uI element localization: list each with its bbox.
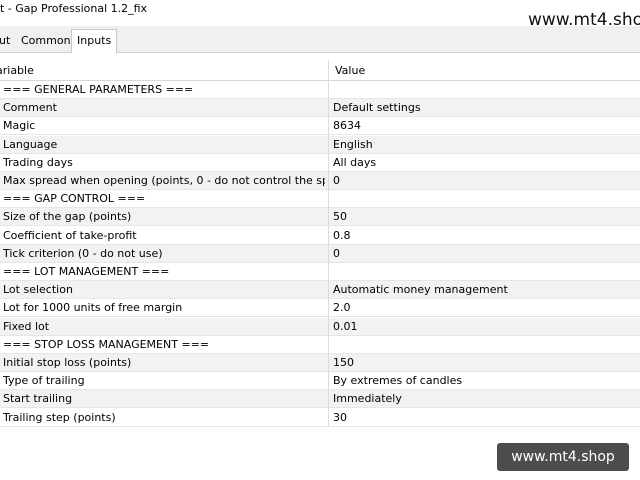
tab-inputs[interactable]: Inputs bbox=[71, 29, 118, 53]
table-row[interactable]: Tick criterion (0 - do not use) 0 bbox=[0, 244, 640, 263]
row-variable: Tick criterion (0 - do not use) bbox=[3, 246, 163, 260]
row-value[interactable]: Immediately bbox=[333, 390, 633, 408]
title-bar: t - Gap Professional 1.2_fix www.mt4.sho… bbox=[0, 0, 640, 30]
tab-label: Common bbox=[21, 34, 71, 47]
table-row[interactable]: Max spread when opening (points, 0 - do … bbox=[0, 172, 640, 190]
row-value[interactable]: Default settings bbox=[333, 99, 633, 117]
row-variable: Trading days bbox=[3, 155, 73, 169]
row-value[interactable]: 0.8 bbox=[333, 227, 633, 245]
row-variable: Lot selection bbox=[3, 283, 73, 297]
table-row[interactable]: Fixed lot 0.01 bbox=[0, 317, 640, 336]
row-variable: Start trailing bbox=[3, 392, 73, 406]
table-row[interactable]: Type of trailing By extremes of candles bbox=[0, 372, 640, 391]
row-value[interactable]: By extremes of candles bbox=[333, 372, 633, 390]
tab-about[interactable]: ut bbox=[0, 30, 15, 52]
row-value[interactable]: 2.0 bbox=[333, 299, 633, 317]
row-value[interactable]: 8634 bbox=[333, 117, 633, 135]
table-row[interactable]: === GAP CONTROL === bbox=[0, 190, 640, 209]
table-row[interactable]: Start trailing Immediately bbox=[0, 390, 640, 409]
row-value[interactable]: English bbox=[333, 136, 633, 154]
column-header-variable[interactable]: ariable bbox=[0, 60, 318, 81]
row-variable: Coefficient of take-profit bbox=[3, 228, 137, 242]
row-variable: Initial stop loss (points) bbox=[3, 356, 132, 369]
row-value[interactable]: Automatic money management bbox=[333, 281, 633, 299]
row-variable: Language bbox=[3, 137, 58, 151]
row-value[interactable]: 0 bbox=[333, 172, 633, 190]
tab-label: Inputs bbox=[77, 34, 112, 47]
table-row[interactable]: Lot for 1000 units of free margin 2.0 bbox=[0, 299, 640, 318]
table-row[interactable]: Lot selection Automatic money management bbox=[0, 281, 640, 300]
row-variable: Lot for 1000 units of free margin bbox=[3, 301, 183, 315]
row-variable: Fixed lot bbox=[3, 319, 50, 333]
row-variable: === STOP LOSS MANAGEMENT === bbox=[3, 337, 210, 351]
table-row[interactable]: Comment Default settings bbox=[0, 99, 640, 118]
column-header-value[interactable]: Value bbox=[335, 60, 635, 81]
row-value[interactable]: All days bbox=[333, 154, 633, 172]
table-row[interactable]: Language English bbox=[0, 135, 640, 154]
table-row[interactable]: Trading days All days bbox=[0, 154, 640, 172]
table-row[interactable]: === GENERAL PARAMETERS === bbox=[0, 81, 640, 99]
row-value[interactable]: 30 bbox=[333, 409, 633, 427]
table-header: ariable Value bbox=[0, 60, 640, 81]
tab-common[interactable]: Common bbox=[16, 30, 76, 52]
table-row[interactable]: === STOP LOSS MANAGEMENT === bbox=[0, 336, 640, 354]
window-title: t - Gap Professional 1.2_fix bbox=[0, 2, 148, 15]
tab-label: ut bbox=[0, 34, 11, 47]
table-row[interactable]: Initial stop loss (points) 150 bbox=[0, 354, 640, 372]
row-variable: === GENERAL PARAMETERS === bbox=[3, 83, 194, 96]
row-variable: === LOT MANAGEMENT === bbox=[3, 265, 170, 278]
table-row[interactable]: Size of the gap (points) 50 bbox=[0, 208, 640, 227]
watermark-badge: www.mt4.shop bbox=[497, 443, 629, 471]
row-value[interactable]: 0.01 bbox=[333, 318, 633, 336]
table-row[interactable]: Trailing step (points) 30 bbox=[0, 409, 640, 427]
tab-strip: ut Common Inputs bbox=[0, 26, 640, 53]
column-separator[interactable] bbox=[328, 60, 329, 426]
row-variable: Magic bbox=[3, 119, 36, 133]
row-value[interactable]: 150 bbox=[333, 354, 633, 372]
table-row[interactable]: === LOT MANAGEMENT === bbox=[0, 263, 640, 281]
row-variable: === GAP CONTROL === bbox=[3, 192, 146, 206]
row-variable: Type of trailing bbox=[3, 374, 85, 388]
row-variable: Trailing step (points) bbox=[3, 410, 116, 424]
row-value[interactable]: 50 bbox=[333, 208, 633, 226]
table-row[interactable]: Coefficient of take-profit 0.8 bbox=[0, 227, 640, 245]
table-row[interactable]: Magic 8634 bbox=[0, 117, 640, 136]
row-variable: Size of the gap (points) bbox=[3, 210, 132, 224]
row-value[interactable]: 0 bbox=[333, 245, 633, 263]
row-variable: Max spread when opening (points, 0 - do … bbox=[3, 174, 325, 187]
row-variable: Comment bbox=[3, 101, 57, 115]
